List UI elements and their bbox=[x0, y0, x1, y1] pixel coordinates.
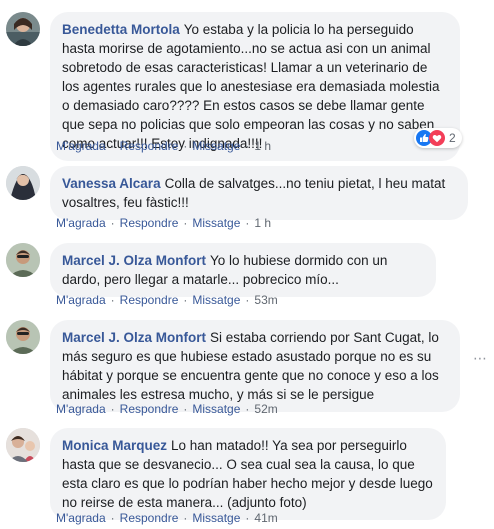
message-link[interactable]: Missatge bbox=[192, 511, 240, 525]
comment-bubble: Monica Marquez Lo han matado!! Ya sea por… bbox=[50, 428, 446, 520]
comment-actions: M'agrada · Respondre · Missatge · 41m bbox=[56, 510, 278, 526]
comment: Benedetta Mortola Yo estaba y la policia … bbox=[6, 12, 490, 162]
avatar[interactable] bbox=[6, 166, 40, 200]
avatar-photo-icon bbox=[6, 320, 40, 354]
comment: Monica Marquez Lo han matado!! Ya sea por… bbox=[6, 428, 490, 528]
comment: Marcel J. Olza Monfort Si estaba corriend… bbox=[6, 320, 490, 420]
comment: Marcel J. Olza Monfort Yo lo hubiese dorm… bbox=[6, 243, 490, 309]
comment-author[interactable]: Monica Marquez bbox=[62, 438, 167, 453]
love-reaction-icon bbox=[429, 130, 445, 146]
comment-actions: M'agrada · Respondre · Missatge · 1 h bbox=[56, 138, 271, 154]
comment-author[interactable]: Vanessa Alcara bbox=[62, 176, 161, 191]
separator-dot: · bbox=[110, 216, 115, 230]
avatar[interactable] bbox=[6, 12, 40, 46]
separator-dot: · bbox=[110, 293, 115, 307]
message-link[interactable]: Missatge bbox=[192, 293, 240, 307]
separator-dot: · bbox=[245, 402, 250, 416]
comment-time[interactable]: 53m bbox=[254, 293, 277, 307]
avatar[interactable] bbox=[6, 243, 40, 277]
reply-link[interactable]: Respondre bbox=[120, 402, 179, 416]
comment-time[interactable]: 52m bbox=[254, 402, 277, 416]
comment-text: Yo estaba y la policia lo ha perseguido … bbox=[62, 22, 440, 151]
more-options-icon[interactable]: ⋯ bbox=[472, 350, 488, 366]
like-link[interactable]: M'agrada bbox=[56, 511, 106, 525]
comment-bubble: Vanessa Alcara Colla de salvatges...no te… bbox=[50, 166, 468, 220]
like-link[interactable]: M'agrada bbox=[56, 293, 106, 307]
comment-bubble: Marcel J. Olza Monfort Yo lo hubiese dorm… bbox=[50, 243, 436, 297]
separator-dot: · bbox=[183, 216, 188, 230]
comment-actions: M'agrada · Respondre · Missatge · 53m bbox=[56, 292, 278, 308]
separator-dot: · bbox=[245, 511, 250, 525]
separator-dot: · bbox=[245, 139, 250, 153]
reply-link[interactable]: Respondre bbox=[120, 293, 179, 307]
separator-dot: · bbox=[183, 293, 188, 307]
comment-actions: M'agrada · Respondre · Missatge · 1 h bbox=[56, 215, 271, 231]
comment-time[interactable]: 1 h bbox=[254, 216, 271, 230]
reply-link[interactable]: Respondre bbox=[120, 216, 179, 230]
separator-dot: · bbox=[245, 293, 250, 307]
avatar-photo-icon bbox=[6, 428, 40, 462]
avatar[interactable] bbox=[6, 428, 40, 462]
avatar-photo-icon bbox=[6, 166, 40, 200]
reply-link[interactable]: Respondre bbox=[120, 511, 179, 525]
separator-dot: · bbox=[110, 402, 115, 416]
comment-author[interactable]: Benedetta Mortola bbox=[62, 22, 180, 37]
comment-author[interactable]: Marcel J. Olza Monfort bbox=[62, 253, 206, 268]
separator-dot: · bbox=[183, 139, 188, 153]
reply-link[interactable]: Respondre bbox=[120, 139, 179, 153]
comment-time[interactable]: 1 h bbox=[254, 139, 271, 153]
reactions-summary[interactable]: 2 bbox=[414, 128, 462, 148]
separator-dot: · bbox=[110, 139, 115, 153]
comment: Vanessa Alcara Colla de salvatges...no te… bbox=[6, 166, 490, 232]
message-link[interactable]: Missatge bbox=[192, 139, 240, 153]
comment-bubble: Marcel J. Olza Monfort Si estaba corriend… bbox=[50, 320, 460, 412]
like-link[interactable]: M'agrada bbox=[56, 139, 106, 153]
reaction-count: 2 bbox=[449, 131, 456, 145]
separator-dot: · bbox=[183, 402, 188, 416]
separator-dot: · bbox=[245, 216, 250, 230]
message-link[interactable]: Missatge bbox=[192, 402, 240, 416]
like-link[interactable]: M'agrada bbox=[56, 216, 106, 230]
avatar-photo-icon bbox=[6, 12, 40, 46]
avatar[interactable] bbox=[6, 320, 40, 354]
separator-dot: · bbox=[110, 511, 115, 525]
comment-time[interactable]: 41m bbox=[254, 511, 277, 525]
message-link[interactable]: Missatge bbox=[192, 216, 240, 230]
like-link[interactable]: M'agrada bbox=[56, 402, 106, 416]
separator-dot: · bbox=[183, 511, 188, 525]
comment-actions: M'agrada · Respondre · Missatge · 52m bbox=[56, 401, 278, 417]
avatar-photo-icon bbox=[6, 243, 40, 277]
comment-author[interactable]: Marcel J. Olza Monfort bbox=[62, 330, 206, 345]
